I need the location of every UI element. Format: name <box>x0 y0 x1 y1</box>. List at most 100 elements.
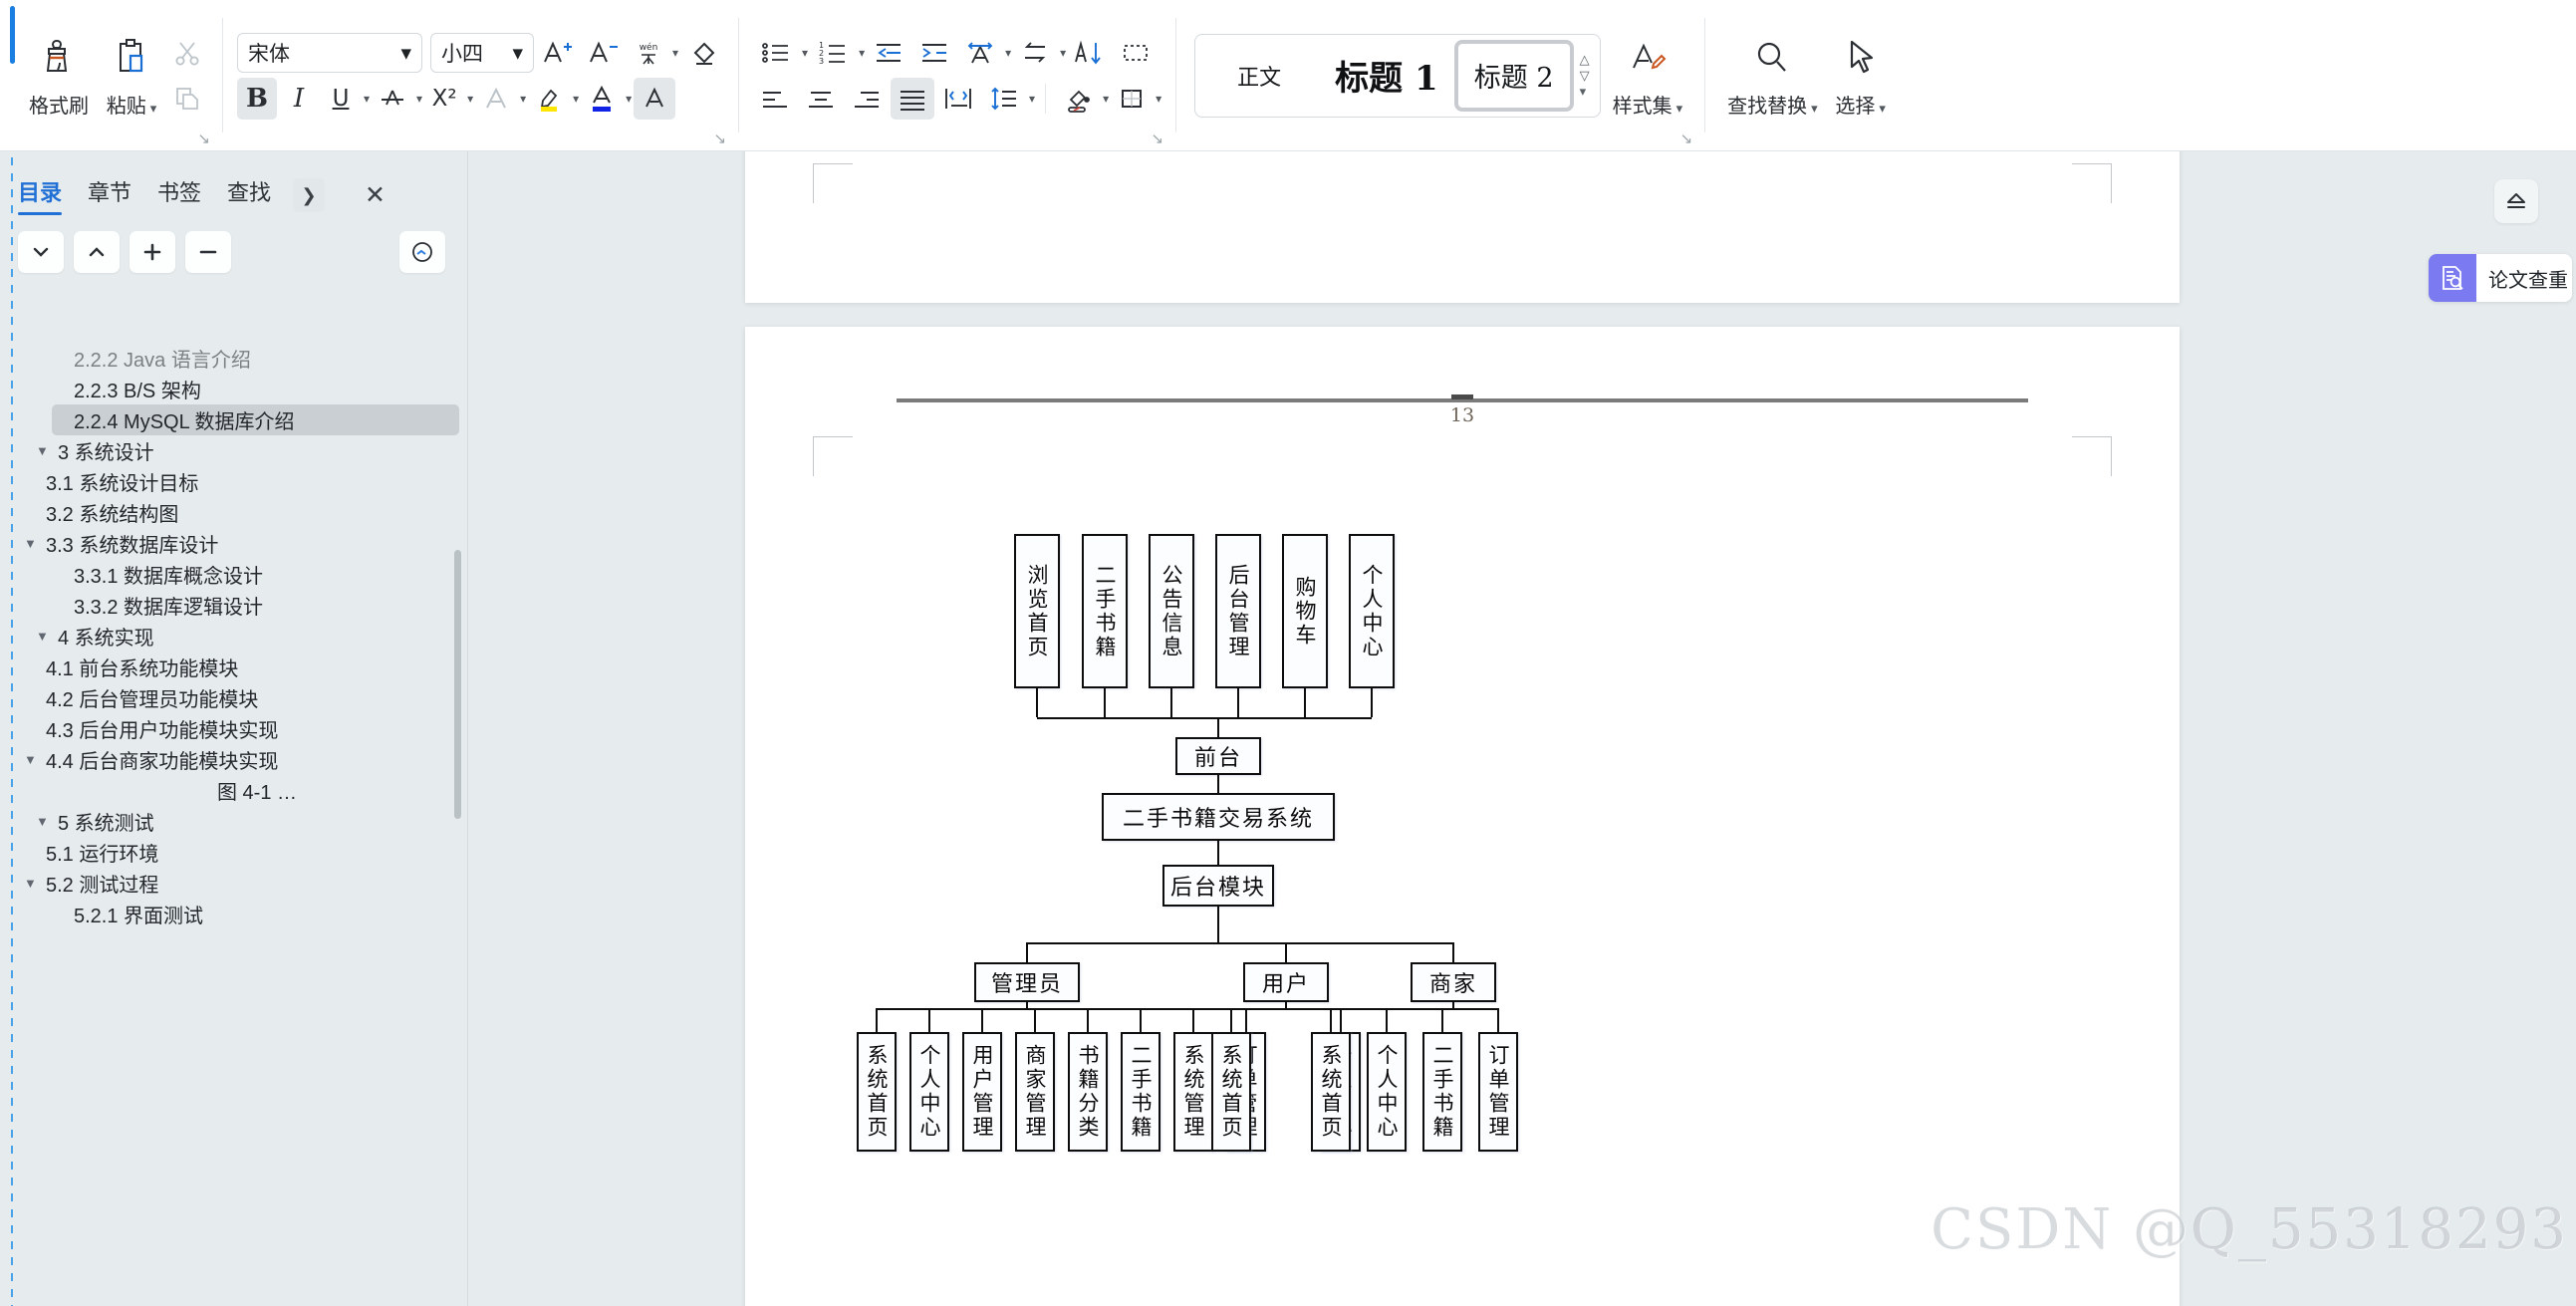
toc-item[interactable]: ▼3.3.2 数据库逻辑设计 <box>52 590 459 621</box>
toc-item[interactable]: ▼ 4 系统实现 <box>36 621 459 652</box>
paragraph-expand-icon[interactable]: ↘ <box>1152 131 1164 146</box>
chevron-down-icon[interactable]: ▾ <box>802 46 808 60</box>
chevron-down-icon[interactable]: ▾ <box>416 92 422 106</box>
toc-item[interactable]: ▼2.2.2 Java 语言介绍 <box>52 343 459 374</box>
chevron-down-icon[interactable]: ▼ <box>36 443 58 458</box>
chevron-down-icon[interactable]: ▾ <box>859 46 865 60</box>
toc-item[interactable]: ▼2.2.3 B/S 架构 <box>52 374 459 404</box>
collapse-next-button[interactable] <box>18 231 64 273</box>
chevron-down-icon[interactable]: ▾ <box>467 92 473 106</box>
align-right-button[interactable] <box>845 78 889 120</box>
chevron-right-icon[interactable]: ❯ <box>293 178 326 212</box>
gauge-icon[interactable] <box>399 231 445 273</box>
italic-button[interactable]: I <box>279 78 319 120</box>
show-formatting-marks-button[interactable] <box>1114 32 1158 74</box>
align-center-button[interactable] <box>799 78 843 120</box>
toc-item[interactable]: ▼ 5.2 测试过程 <box>24 868 459 899</box>
tab-chapters[interactable]: 章节 <box>88 175 131 215</box>
toc-item[interactable]: ▼5.2.1 界面测试 <box>52 899 459 929</box>
tab-find[interactable]: 查找 <box>227 175 271 215</box>
toc-item[interactable]: ▼2.2.4 MySQL 数据库介绍 <box>52 404 459 435</box>
toc-item[interactable]: ▼ 4.4 后台商家功能模块实现 <box>24 744 459 775</box>
chevron-down-icon[interactable]: ▾ <box>1029 92 1035 106</box>
tab-contents[interactable]: 目录 <box>18 175 63 215</box>
style-item-normal[interactable]: 正文 <box>1199 40 1319 112</box>
toc-item[interactable]: ▼ 5 系统测试 <box>36 806 459 837</box>
select-button[interactable]: 选择 <box>1826 21 1896 131</box>
chevron-down-icon[interactable]: ▼ <box>36 629 58 644</box>
style-gallery-scroller[interactable]: △ ▽ ▾ <box>1574 53 1596 98</box>
toc-item[interactable]: ▼ 3.3 系统数据库设计 <box>24 528 459 559</box>
font-color-button[interactable] <box>581 78 623 120</box>
chevron-down-icon[interactable]: ▾ <box>1060 46 1066 60</box>
align-justify-button[interactable] <box>891 77 935 120</box>
chevron-down-icon[interactable]: ▾ <box>520 92 526 106</box>
increase-indent-button[interactable] <box>912 32 956 74</box>
text-effect-button[interactable] <box>475 78 517 120</box>
chevron-down-icon[interactable]: ▼ <box>24 536 46 551</box>
font-family-select[interactable]: 宋体 ▾ <box>237 32 422 73</box>
chevron-down-icon[interactable]: ▼ <box>36 814 58 829</box>
character-shading-button[interactable] <box>634 77 676 120</box>
copy-button[interactable] <box>166 78 208 120</box>
toc-item[interactable]: ▼3.2 系统结构图 <box>24 497 459 528</box>
toc-item[interactable]: ▼4.2 后台管理员功能模块 <box>24 682 459 713</box>
decrease-indent-button[interactable] <box>867 32 910 74</box>
highlight-color-button[interactable] <box>528 78 570 120</box>
document-canvas[interactable]: 12 13 浏览首页二手书籍公告信息后台管理购物车个人中心前台二手书籍交易系统后… <box>468 151 2456 1306</box>
find-replace-button[interactable]: 查找替换 <box>1719 21 1826 131</box>
paragraph-shading-button[interactable] <box>1056 78 1100 120</box>
numbered-list-button[interactable]: 1 2 3 <box>810 32 856 74</box>
toc-scrollbar[interactable] <box>454 550 461 819</box>
line-spacing-button[interactable] <box>982 78 1026 120</box>
pinyin-guide-button[interactable]: wén <box>628 32 669 74</box>
clear-formatting-button[interactable] <box>680 32 724 74</box>
scroll-down-icon[interactable]: ▽ <box>1580 69 1590 82</box>
chevron-down-icon[interactable]: ▾ <box>1156 92 1161 106</box>
toc-item[interactable]: ▼4.3 后台用户功能模块实现 <box>24 713 459 744</box>
toc-item[interactable]: ▼4.1 前台系统功能模块 <box>24 652 459 682</box>
chevron-down-icon[interactable]: ▼ <box>24 752 46 767</box>
demote-level-button[interactable] <box>185 231 231 273</box>
collapse-prev-button[interactable] <box>74 231 120 273</box>
toc-item[interactable]: ▼3.1 系统设计目标 <box>24 466 459 497</box>
paste-button[interactable]: 粘贴 <box>97 21 166 131</box>
sort-button[interactable] <box>1068 32 1112 74</box>
style-set-button[interactable]: 样式集 <box>1605 21 1691 131</box>
decrease-font-size-button[interactable] <box>582 32 626 74</box>
tab-bookmarks[interactable]: 书签 <box>157 175 201 215</box>
chevron-down-icon[interactable]: ▾ <box>573 92 579 106</box>
chevron-down-icon[interactable]: ▾ <box>1103 92 1109 106</box>
clipboard-expand-icon[interactable]: ↘ <box>197 131 210 146</box>
borders-button[interactable] <box>1111 78 1153 120</box>
promote-level-button[interactable] <box>129 231 175 273</box>
collapse-rail-button[interactable] <box>2494 179 2538 223</box>
style-item-heading2[interactable]: 标题 2 <box>1453 39 1574 112</box>
paragraph-layout-button[interactable] <box>1013 32 1057 74</box>
bold-button[interactable]: B <box>237 77 277 120</box>
text-direction-button[interactable] <box>958 32 1002 74</box>
toc-item[interactable]: ▼5.1 运行环境 <box>24 837 459 868</box>
align-left-button[interactable] <box>753 78 797 120</box>
toc-list[interactable]: ▼2.2.2 Java 语言介绍▼2.2.3 B/S 架构▼2.2.4 MySQ… <box>0 341 467 1306</box>
underline-button[interactable]: U <box>321 78 361 120</box>
expand-gallery-icon[interactable]: ▾ <box>1580 85 1590 98</box>
font-expand-icon[interactable]: ↘ <box>713 131 726 146</box>
chevron-down-icon[interactable]: ▾ <box>364 92 370 106</box>
chevron-down-icon[interactable]: ▼ <box>24 876 46 891</box>
toc-item[interactable]: ▼图 4-1 … <box>195 775 459 806</box>
scroll-up-icon[interactable]: △ <box>1580 53 1590 66</box>
chevron-down-icon[interactable]: ▾ <box>672 46 678 60</box>
superscript-button[interactable]: X² <box>424 78 464 120</box>
paper-check-button[interactable]: 论文查重 <box>2429 254 2572 302</box>
toc-item[interactable]: ▼3.3.1 数据库概念设计 <box>52 559 459 590</box>
increase-font-size-button[interactable] <box>536 32 580 74</box>
close-icon[interactable]: ✕ <box>365 180 386 210</box>
styles-expand-icon[interactable]: ↘ <box>1680 131 1693 146</box>
cut-button[interactable] <box>166 32 208 74</box>
format-painter-button[interactable]: 格式刷 <box>21 21 97 131</box>
bullet-list-button[interactable] <box>753 32 799 74</box>
chevron-down-icon[interactable]: ▾ <box>1005 46 1011 60</box>
distribute-text-button[interactable] <box>936 78 980 120</box>
chevron-down-icon[interactable]: ▾ <box>626 92 632 106</box>
